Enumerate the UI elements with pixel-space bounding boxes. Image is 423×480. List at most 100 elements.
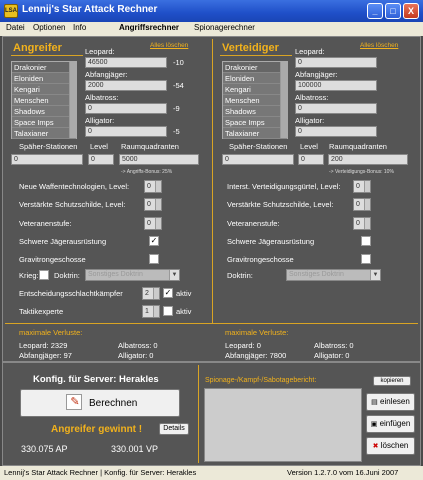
leopard-label: Leopard: <box>85 47 115 56</box>
shields-spinner[interactable]: 0 <box>144 198 162 211</box>
spinner-arrows[interactable] <box>364 181 370 192</box>
loss-alligator: Alligator: 0 <box>314 351 350 360</box>
spinner-arrows[interactable] <box>153 288 159 299</box>
list-item[interactable]: Shadows <box>12 106 76 117</box>
list-item[interactable]: Space Imps <box>223 117 287 128</box>
spinner-arrows[interactable] <box>155 199 161 210</box>
defender-level-input[interactable]: 0 <box>298 154 324 165</box>
attacker-abfangjaeger-input[interactable]: 2000 <box>85 80 167 91</box>
attacker-doctrine-select[interactable]: Sonstiges Doktrin ▼ <box>85 269 180 281</box>
tactic-spinner[interactable]: 1 <box>142 305 160 318</box>
spinner-arrows[interactable] <box>153 306 159 317</box>
attacker-spy-input[interactable]: 0 <box>11 154 83 165</box>
delete-button[interactable]: ✖ löschen <box>366 437 415 455</box>
veteran-label: Veteranenstufe: <box>19 219 72 228</box>
title-bar[interactable]: LSA Lennij's Star Attack Rechner _ □ X <box>0 0 423 22</box>
status-left: Lennij's Star Attack Rechner | Konfig. f… <box>4 468 197 477</box>
list-item[interactable]: Drakonier <box>12 62 76 73</box>
loss-abfangjaeger: Abfangjäger: 97 <box>19 351 72 360</box>
tab-spionagerechner[interactable]: Spionagerechner <box>194 23 255 32</box>
alligator-label: Alligator: <box>295 116 325 125</box>
quadrant-label: Raumquadranten <box>121 142 179 151</box>
menu-bar: Datei Optionen Info Angriffsrechner Spio… <box>0 22 423 36</box>
list-item[interactable]: Eloniden <box>12 73 76 84</box>
loss-value: -9 <box>173 104 180 113</box>
defender-spy-input[interactable]: 0 <box>222 154 294 165</box>
attacker-alligator-input[interactable]: 0 <box>85 126 167 137</box>
minimize-button[interactable]: _ <box>367 3 383 19</box>
calculate-button[interactable]: ✎ Berechnen <box>20 389 180 417</box>
spinner-arrows[interactable] <box>155 218 161 229</box>
list-item[interactable]: Menschen <box>12 95 76 106</box>
report-textarea[interactable] <box>204 388 362 462</box>
weapons-spinner[interactable]: 0 <box>144 180 162 193</box>
decisive-aktiv-checkbox[interactable]: ✓ <box>163 288 173 298</box>
list-item[interactable]: Kengari <box>12 84 76 95</box>
defender-alligator-input[interactable]: 0 <box>295 126 377 137</box>
attacker-albatross-input[interactable]: 0 <box>85 103 167 114</box>
heavy-fighter-checkbox[interactable] <box>361 236 371 246</box>
leopard-label: Leopard: <box>295 47 325 56</box>
list-item[interactable]: Talaxianer <box>223 128 287 139</box>
list-item[interactable]: Drakonier <box>223 62 287 73</box>
scrollbar[interactable] <box>280 62 287 138</box>
list-item[interactable]: Shadows <box>223 106 287 117</box>
level-label: Level <box>300 142 318 151</box>
attacker-race-list[interactable]: Drakonier Eloniden Kengari Menschen Shad… <box>11 61 77 139</box>
attacker-level-input[interactable]: 0 <box>88 154 114 165</box>
gravitron-checkbox[interactable] <box>149 254 159 264</box>
veteran-spinner[interactable]: 0 <box>144 217 162 230</box>
menu-info[interactable]: Info <box>73 23 86 32</box>
defender-doctrine-select[interactable]: Sonstiges Doktrin ▼ <box>286 269 381 281</box>
attacker-clear-link[interactable]: Alles löschen <box>150 42 188 49</box>
menu-datei[interactable]: Datei <box>6 23 25 32</box>
menu-optionen[interactable]: Optionen <box>33 23 65 32</box>
heavy-fighter-label: Schwere Jägerausrüstung <box>227 237 315 246</box>
defender-race-list[interactable]: Drakonier Eloniden Kengari Menschen Shad… <box>222 61 288 139</box>
load-icon: ▤ <box>371 399 378 406</box>
attacker-quadrant-input[interactable]: 5000 <box>119 154 199 165</box>
defense-belt-spinner[interactable]: 0 <box>353 180 371 193</box>
paste-button[interactable]: ▣ einfügen <box>366 415 415 433</box>
war-checkbox[interactable] <box>39 270 49 280</box>
spinner-arrows[interactable] <box>364 218 370 229</box>
chevron-down-icon[interactable]: ▼ <box>370 270 380 280</box>
doctrine-value: Sonstiges Doktrin <box>289 271 344 278</box>
attacker-leopard-input[interactable]: 46500 <box>85 57 167 68</box>
tactic-aktiv-checkbox[interactable] <box>163 306 173 316</box>
maximize-button[interactable]: □ <box>385 3 401 19</box>
shields-label: Verstärkte Schutzschilde, Level: <box>19 200 126 209</box>
delete-label: löschen <box>380 441 409 450</box>
status-bar: Lennij's Star Attack Rechner | Konfig. f… <box>0 466 423 480</box>
shields-spinner[interactable]: 0 <box>353 198 371 211</box>
scrollbar[interactable] <box>69 62 76 138</box>
details-button[interactable]: Details <box>159 423 189 435</box>
spinner-arrows[interactable] <box>155 181 161 192</box>
list-item[interactable]: Kengari <box>223 84 287 95</box>
spinner-arrows[interactable] <box>364 199 370 210</box>
list-item[interactable]: Eloniden <box>223 73 287 84</box>
load-button[interactable]: ▤ einlesen <box>366 393 415 411</box>
close-button[interactable]: X <box>403 3 419 19</box>
chevron-down-icon[interactable]: ▼ <box>169 270 179 280</box>
list-item[interactable]: Space Imps <box>12 117 76 128</box>
spy-stations-label: Späher-Stationen <box>229 142 288 151</box>
albatross-label: Albatross: <box>85 93 119 102</box>
main-panel: Angreifer Alles löschen Drakonier Elonid… <box>2 36 421 362</box>
aktiv-label: aktiv <box>176 289 192 298</box>
copy-button[interactable]: kopieren <box>373 376 411 386</box>
defender-albatross-input[interactable]: 0 <box>295 103 377 114</box>
defender-leopard-input[interactable]: 0 <box>295 57 377 68</box>
veteran-spinner[interactable]: 0 <box>353 217 371 230</box>
list-item[interactable]: Talaxianer <box>12 128 76 139</box>
list-item[interactable]: Menschen <box>223 95 287 106</box>
defender-title: Verteidiger <box>222 42 279 54</box>
defender-clear-link[interactable]: Alles löschen <box>360 42 398 49</box>
decisive-spinner[interactable]: 2 <box>142 287 160 300</box>
heavy-fighter-checkbox[interactable]: ✓ <box>149 236 159 246</box>
gravitron-checkbox[interactable] <box>361 254 371 264</box>
defender-abfangjaeger-input[interactable]: 100000 <box>295 80 377 91</box>
paste-icon: ▣ <box>370 421 378 428</box>
defender-quadrant-input[interactable]: 200 <box>328 154 408 165</box>
tab-angriffsrechner[interactable]: Angriffsrechner <box>119 23 179 32</box>
